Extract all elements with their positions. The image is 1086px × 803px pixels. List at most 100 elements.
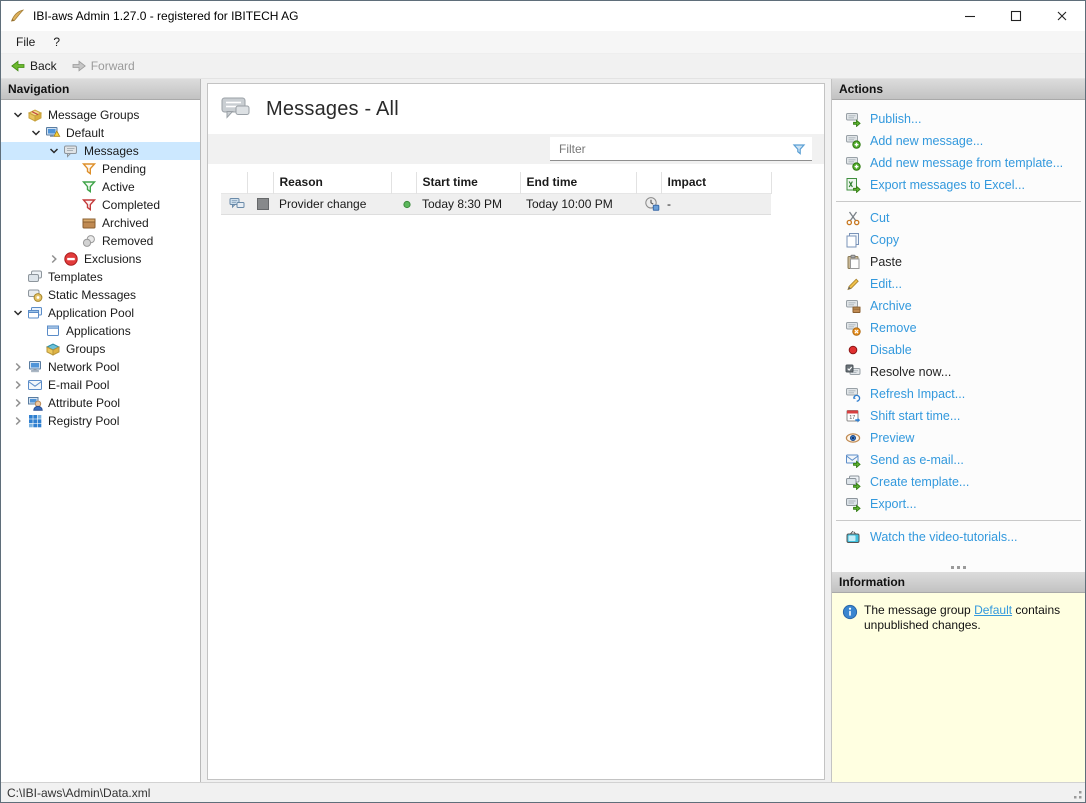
action-remove[interactable]: Remove [832, 317, 1085, 339]
col-start-time[interactable]: Start time [416, 172, 520, 193]
col-color[interactable] [247, 172, 273, 193]
tree-item-label: Messages [84, 144, 139, 158]
filter-input[interactable] [550, 142, 789, 156]
action-archive[interactable]: Archive [832, 295, 1085, 317]
chevron-expanded-icon[interactable] [9, 107, 27, 123]
default-group-link[interactable]: Default [974, 603, 1012, 617]
col-reason[interactable]: Reason [273, 172, 391, 193]
tree-item-label: E-mail Pool [48, 378, 109, 392]
col-impact[interactable]: Impact [661, 172, 771, 193]
action-label: Archive [870, 299, 912, 313]
send-email-icon [844, 452, 861, 469]
tree-item-pending[interactable]: Pending [1, 160, 200, 178]
tree-item-groups[interactable]: Groups [1, 340, 200, 358]
col-status[interactable] [391, 172, 416, 193]
chevron-expanded-icon[interactable] [27, 125, 45, 141]
tree-item-label: Message Groups [48, 108, 139, 122]
information-panel-header: Information [832, 572, 1085, 593]
close-button[interactable] [1039, 1, 1085, 31]
tree-item-exclusions[interactable]: Exclusions [1, 250, 200, 268]
action-label: Paste [870, 255, 902, 269]
forward-label: Forward [91, 59, 135, 73]
chevron-collapsed-icon[interactable] [45, 251, 63, 267]
back-arrow-icon [10, 58, 26, 74]
chevron-collapsed-icon[interactable] [9, 395, 27, 411]
network-pool-icon [27, 359, 43, 375]
actions-panel-header: Actions [832, 79, 1085, 100]
tree-item-messages[interactable]: Messages [1, 142, 200, 160]
cell-reason: Provider change [273, 193, 391, 214]
forward-button[interactable]: Forward [64, 54, 142, 78]
action-export[interactable]: Export... [832, 493, 1085, 515]
tree-item-attribute-pool[interactable]: Attribute Pool [1, 394, 200, 412]
create-template-icon [844, 474, 861, 491]
col-message-icon[interactable] [221, 172, 247, 193]
tree-item-message-groups[interactable]: Message Groups [1, 106, 200, 124]
chevron-collapsed-icon[interactable] [9, 413, 27, 429]
tree-item-active[interactable]: Active [1, 178, 200, 196]
action-shift-start-time[interactable]: 17Shift start time... [832, 405, 1085, 427]
tree-item-archived[interactable]: Archived [1, 214, 200, 232]
video-icon [844, 529, 861, 546]
tree-item-applications[interactable]: Applications [1, 322, 200, 340]
action-resolve-now[interactable]: Resolve now... [832, 361, 1085, 383]
action-edit[interactable]: Edit... [832, 273, 1085, 295]
funnel-red-icon [81, 197, 97, 213]
actions-splitter-grip[interactable] [832, 562, 1085, 572]
exclusions-icon [63, 251, 79, 267]
templates-icon [27, 269, 43, 285]
menu-file[interactable]: File [7, 31, 44, 53]
add-message-icon [844, 155, 861, 172]
action-publish[interactable]: Publish... [832, 108, 1085, 130]
action-refresh-impact[interactable]: Refresh Impact... [832, 383, 1085, 405]
tree-item-network-pool[interactable]: Network Pool [1, 358, 200, 376]
tree-item-label: Removed [102, 234, 153, 248]
default-monitor-icon [45, 125, 61, 141]
forward-arrow-icon [71, 58, 87, 74]
action-preview[interactable]: Preview [832, 427, 1085, 449]
message-groups-icon [27, 107, 43, 123]
window-title: IBI-aws Admin 1.27.0 - registered for IB… [33, 9, 947, 23]
action-watch-the-video-tutorials[interactable]: Watch the video-tutorials... [832, 526, 1085, 548]
tree-item-e-mail-pool[interactable]: E-mail Pool [1, 376, 200, 394]
tree-item-completed[interactable]: Completed [1, 196, 200, 214]
menu-help[interactable]: ? [44, 31, 69, 53]
funnel-orange-icon [81, 161, 97, 177]
action-cut[interactable]: Cut [832, 207, 1085, 229]
tree-item-label: Exclusions [84, 252, 141, 266]
action-add-new-message[interactable]: Add new message... [832, 130, 1085, 152]
maximize-button[interactable] [993, 1, 1039, 31]
information-text: The message group Default contains unpub… [864, 603, 1077, 633]
col-impact-icon[interactable] [636, 172, 661, 193]
applications-icon [45, 323, 61, 339]
tree-item-application-pool[interactable]: Application Pool [1, 304, 200, 322]
chevron-collapsed-icon[interactable] [9, 377, 27, 393]
chevron-expanded-icon[interactable] [45, 143, 63, 159]
action-create-template[interactable]: Create template... [832, 471, 1085, 493]
resize-grip-icon[interactable] [1068, 785, 1084, 801]
action-disable[interactable]: Disable [832, 339, 1085, 361]
col-end-time[interactable]: End time [520, 172, 636, 193]
tree-item-removed[interactable]: Removed [1, 232, 200, 250]
action-export-messages-to-excel[interactable]: Export messages to Excel... [832, 174, 1085, 196]
message-type-icon [229, 196, 245, 212]
action-copy[interactable]: Copy [832, 229, 1085, 251]
action-label: Add new message from template... [870, 156, 1063, 170]
tree-item-default[interactable]: Default [1, 124, 200, 142]
action-paste[interactable]: Paste [832, 251, 1085, 273]
chevron-expanded-icon[interactable] [9, 305, 27, 321]
action-add-new-message-from-template[interactable]: Add new message from template... [832, 152, 1085, 174]
status-bar: C:\IBI-aws\Admin\Data.xml [1, 782, 1085, 802]
tree-item-registry-pool[interactable]: Registry Pool [1, 412, 200, 430]
tree-item-static-messages[interactable]: Static Messages [1, 286, 200, 304]
status-active-icon [399, 196, 415, 212]
minimize-button[interactable] [947, 1, 993, 31]
table-row[interactable]: Provider change Today 8:30 PM Today 10:0… [221, 193, 771, 214]
tree-item-templates[interactable]: Templates [1, 268, 200, 286]
svg-text:17: 17 [849, 415, 855, 421]
back-button[interactable]: Back [3, 54, 64, 78]
action-send-as-e-mail[interactable]: Send as e-mail... [832, 449, 1085, 471]
resolve-icon [844, 364, 861, 381]
filter-funnel-icon[interactable] [789, 141, 809, 157]
chevron-collapsed-icon[interactable] [9, 359, 27, 375]
